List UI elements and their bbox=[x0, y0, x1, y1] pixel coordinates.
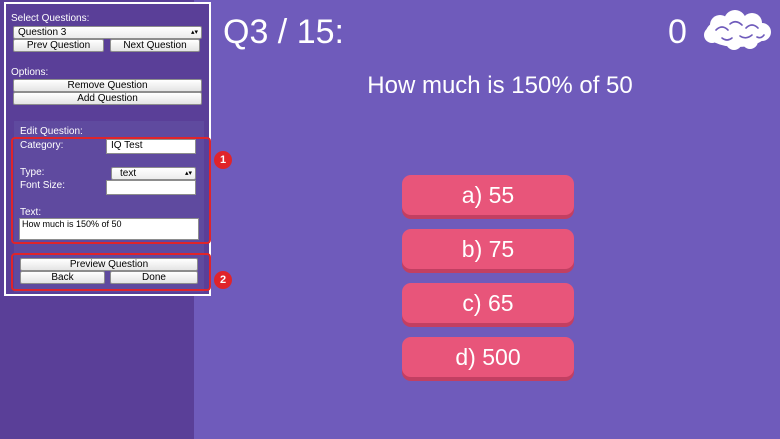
answer-option-a[interactable]: a) 55 bbox=[402, 175, 574, 215]
question-text: How much is 150% of 50 bbox=[367, 72, 633, 99]
next-question-button[interactable]: Next Question bbox=[110, 39, 200, 52]
add-question-button[interactable]: Add Question bbox=[13, 92, 202, 105]
brain-icon bbox=[704, 10, 771, 50]
options-label: Options: bbox=[11, 67, 49, 78]
annotation-badge-2: 2 bbox=[214, 271, 232, 289]
answer-option-b[interactable]: b) 75 bbox=[402, 229, 574, 269]
highlight-box-1 bbox=[11, 137, 211, 244]
answer-option-d[interactable]: d) 500 bbox=[402, 337, 574, 377]
select-questions-label: Select Questions: bbox=[11, 13, 90, 24]
answer-option-c[interactable]: c) 65 bbox=[402, 283, 574, 323]
updown-arrow-icon: ▴▾ bbox=[190, 29, 198, 36]
question-select-value: Question 3 bbox=[18, 27, 67, 38]
highlight-box-2 bbox=[11, 253, 211, 291]
remove-question-button[interactable]: Remove Question bbox=[13, 79, 202, 92]
question-progress: Q3 / 15: bbox=[223, 13, 344, 51]
prev-question-button[interactable]: Prev Question bbox=[13, 39, 104, 52]
score-value: 0 bbox=[668, 13, 687, 51]
question-select[interactable]: Question 3 ▴▾ bbox=[13, 26, 202, 39]
annotation-badge-1: 1 bbox=[214, 151, 232, 169]
